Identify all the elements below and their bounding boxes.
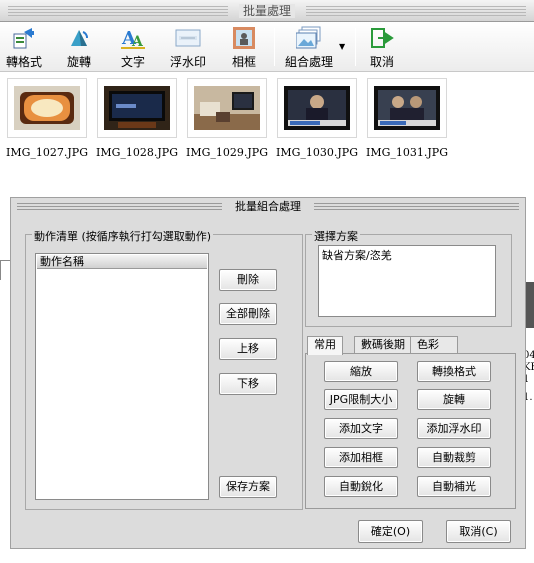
action-list-group-label: 動作清單 (按循序執行打勾選取動作) xyxy=(32,228,214,244)
cancel-button[interactable]: 取消(C) xyxy=(446,520,511,543)
delete-all-button[interactable]: 全部刪除 xyxy=(219,303,277,325)
thumbnail-frame xyxy=(187,78,267,138)
add-watermark-button[interactable]: 添加浮水印 xyxy=(417,418,491,439)
thumbnail-item[interactable]: IMG_1029.JPG xyxy=(186,78,268,170)
scheme-group-label: 選擇方案 xyxy=(312,228,360,244)
dialog-title: 批量組合處理 xyxy=(231,200,305,213)
tab-color[interactable]: 色彩 xyxy=(410,336,458,354)
combo-process-label: 組合處理 xyxy=(284,55,333,69)
thumbnail-image xyxy=(284,86,350,130)
jpg-limit-size-button[interactable]: JPG限制大小 xyxy=(324,389,398,410)
auto-sharpen-button[interactable]: 自動銳化 xyxy=(324,476,398,497)
text-icon: AA xyxy=(120,26,146,50)
combo-process-button[interactable]: 組合處理 xyxy=(280,24,338,70)
frame-label: 相框 xyxy=(231,55,256,69)
scheme-listbox[interactable]: 缺省方案/恣羌 xyxy=(318,245,496,317)
convert-format-op-button[interactable]: 轉換格式 xyxy=(417,361,491,382)
combo-process-icon xyxy=(296,26,322,50)
watermark-button[interactable]: 浮水印 xyxy=(168,24,208,70)
auto-fill-light-button[interactable]: 自動補光 xyxy=(417,476,491,497)
frame-button[interactable]: 相框 xyxy=(228,24,260,70)
auto-crop-button[interactable]: 自動裁剪 xyxy=(417,447,491,468)
dialog-title-bar: 批量組合處理 xyxy=(11,198,525,216)
tab-common[interactable]: 常用 xyxy=(307,336,343,355)
action-listbox[interactable]: 動作名稱 xyxy=(35,253,209,500)
convert-format-icon xyxy=(11,26,37,50)
exit-icon xyxy=(369,26,395,50)
thumbnail-frame xyxy=(7,78,87,138)
window-title: 批量處理 xyxy=(238,4,295,18)
move-up-button[interactable]: 上移 xyxy=(219,338,277,360)
thumbnail-name: IMG_1030.JPG xyxy=(276,146,358,159)
thumbnail-frame xyxy=(367,78,447,138)
convert-format-button[interactable]: 轉格式 xyxy=(4,24,44,70)
delete-button[interactable]: 刪除 xyxy=(219,269,277,291)
save-scheme-button[interactable]: 保存方案 xyxy=(219,476,277,498)
thumbnail-name: IMG_1029.JPG xyxy=(186,146,268,159)
action-name-column-header[interactable]: 動作名稱 xyxy=(37,255,207,269)
add-text-button[interactable]: 添加文字 xyxy=(324,418,398,439)
add-frame-button[interactable]: 添加相框 xyxy=(324,447,398,468)
thumbnail-name: IMG_1031.JPG xyxy=(366,146,448,159)
convert-format-label: 轉格式 xyxy=(5,55,42,69)
move-down-button[interactable]: 下移 xyxy=(219,373,277,395)
thumbnail-name: IMG_1028.JPG xyxy=(96,146,178,159)
thumbnail-frame xyxy=(277,78,357,138)
window-title-bar: 批量處理 xyxy=(0,0,534,22)
thumbnail-image xyxy=(14,86,80,130)
thumbnail-image xyxy=(104,86,170,130)
frame-icon xyxy=(231,26,257,50)
ok-button[interactable]: 確定(O) xyxy=(358,520,423,543)
watermark-icon xyxy=(175,26,201,50)
resize-button[interactable]: 縮放 xyxy=(324,361,398,382)
thumbnail-item[interactable]: IMG_1031.JPG xyxy=(366,78,448,170)
toolbar-separator-2 xyxy=(355,28,356,66)
text-label: 文字 xyxy=(120,55,145,69)
scheme-list-item[interactable]: 缺省方案/恣羌 xyxy=(322,247,392,263)
toolbar-separator xyxy=(274,28,275,66)
thumbnail-name: IMG_1027.JPG xyxy=(6,146,88,159)
thumbnail-item[interactable]: IMG_1027.JPG xyxy=(6,78,88,170)
rotate-icon xyxy=(66,26,92,50)
cancel-toolbar-label: 取消 xyxy=(369,55,394,69)
thumbnail-frame xyxy=(97,78,177,138)
thumbnail-image xyxy=(374,86,440,130)
tab-digital-post[interactable]: 數碼後期 xyxy=(354,336,412,354)
toolbar: 轉格式 旋轉 AA 文字 浮水印 相框 組合處理 ▼ 取消 xyxy=(0,22,534,72)
text-button[interactable]: AA 文字 xyxy=(116,24,150,70)
background-panel-edge xyxy=(0,260,10,280)
thumbnail-item[interactable]: IMG_1028.JPG xyxy=(96,78,178,170)
rotate-button[interactable]: 旋轉 xyxy=(62,24,96,70)
combo-dropdown-icon[interactable]: ▼ xyxy=(339,42,345,51)
thumbnail-item[interactable]: IMG_1030.JPG xyxy=(276,78,358,170)
rotate-op-button[interactable]: 旋轉 xyxy=(417,389,491,410)
watermark-label: 浮水印 xyxy=(169,55,206,69)
cancel-toolbar-button[interactable]: 取消 xyxy=(366,24,398,70)
rotate-label: 旋轉 xyxy=(66,55,91,69)
thumbnail-image xyxy=(194,86,260,130)
